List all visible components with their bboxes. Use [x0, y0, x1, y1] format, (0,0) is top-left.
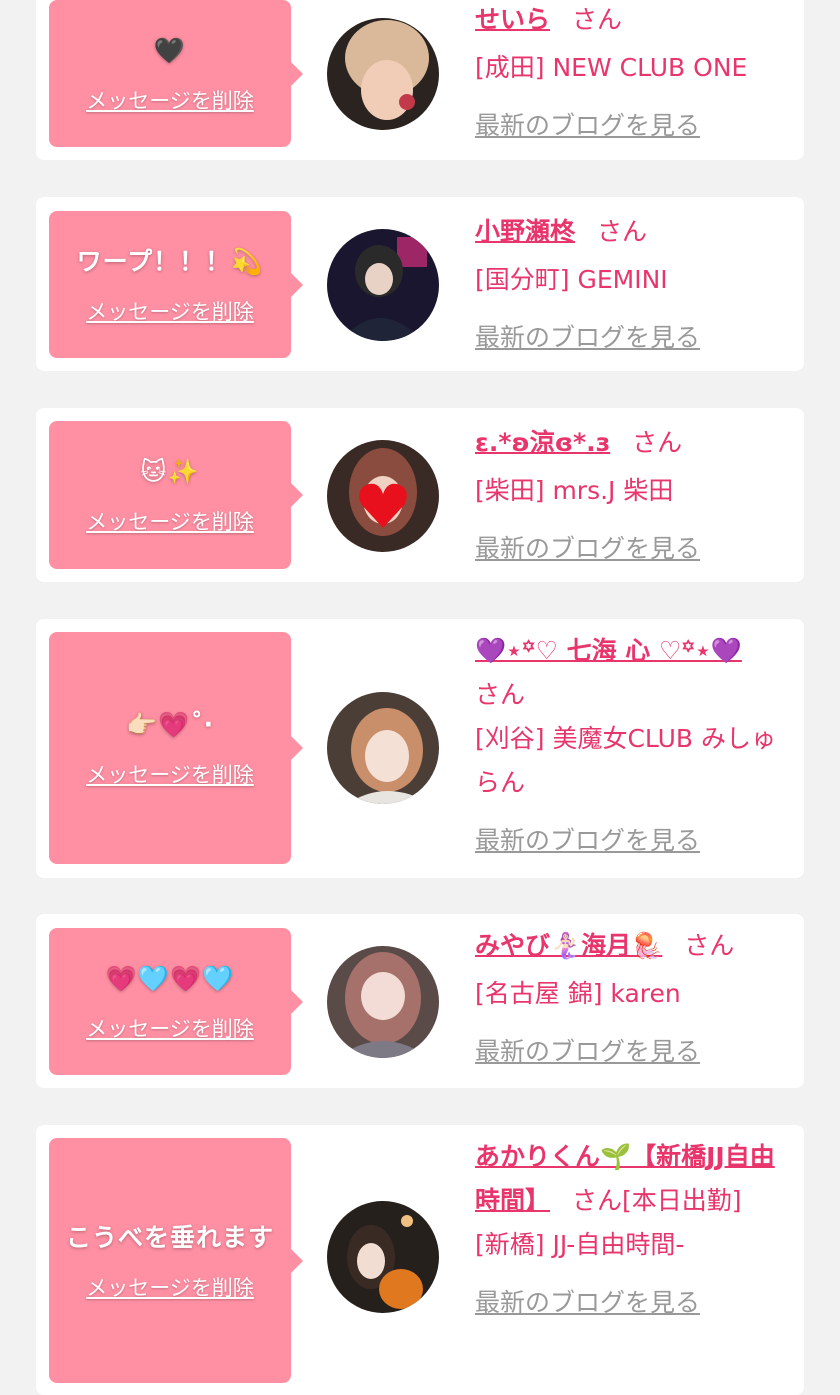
- attendance-label: [本日出勤]: [622, 1186, 742, 1215]
- message-card: 💗🩵💗🩵 メッセージを削除 みやび🧜🏻‍♀️海月🪼 さん [名古屋 錦] kare…: [36, 914, 804, 1088]
- delete-message-link[interactable]: メッセージを削除: [86, 759, 254, 789]
- cast-info: ε.*ʚ涼ɞ*.з さん [柴田] mrs.J 柴田 最新のブログを見る: [475, 421, 793, 571]
- avatar[interactable]: [327, 18, 439, 130]
- message-text: 👉🏻💗˚‧: [126, 710, 214, 739]
- latest-blog-link[interactable]: 最新のブログを見る: [475, 527, 793, 571]
- message-card: 🖤 メッセージを削除 せいら さん [成田] NEW CLUB ONE 最新のブロ…: [36, 0, 804, 160]
- message-bubble: 🖤 メッセージを削除: [49, 0, 303, 147]
- latest-blog-link[interactable]: 最新のブログを見る: [475, 316, 793, 360]
- message-bubble: 💗🩵💗🩵 メッセージを削除: [49, 928, 303, 1075]
- message-card: 🐱✨ メッセージを削除 ε.*ʚ涼ɞ*.з さん [柴田] mrs.J 柴田 最新…: [36, 408, 804, 582]
- cast-info: 小野瀬柊 さん [国分町] GEMINI 最新のブログを見る: [475, 210, 793, 360]
- delete-message-link[interactable]: メッセージを削除: [86, 296, 254, 326]
- honorific: さん: [597, 217, 648, 246]
- avatar-image: [327, 692, 439, 804]
- avatar[interactable]: [327, 440, 439, 552]
- message-text: こうべを垂れます: [65, 1222, 274, 1252]
- cast-name-link[interactable]: みやび🧜🏻‍♀️海月🪼: [475, 931, 662, 960]
- message-text: 🐱✨: [140, 457, 200, 486]
- shop-name: [成田] NEW CLUB ONE: [475, 53, 748, 82]
- message-text: 💗🩵💗🩵: [105, 963, 235, 993]
- avatar[interactable]: [327, 1201, 439, 1313]
- cast-info: 💜⋆꙳♡ 七海 心 ♡꙳⋆💜 さん [刈谷] 美魔女CLUB みしゅらん 最新の…: [475, 629, 793, 863]
- latest-blog-link[interactable]: 最新のブログを見る: [475, 819, 793, 863]
- message-bubble: こうべを垂れます メッセージを削除: [49, 1138, 303, 1383]
- cast-info: みやび🧜🏻‍♀️海月🪼 さん [名古屋 錦] karen 最新のブログを見る: [475, 924, 793, 1074]
- delete-message-link[interactable]: メッセージを削除: [86, 1272, 254, 1302]
- cast-name-link[interactable]: 小野瀬柊: [475, 217, 575, 246]
- avatar-image: [327, 1201, 439, 1313]
- avatar-image: [327, 18, 439, 130]
- cast-name-link[interactable]: せいら: [475, 5, 550, 34]
- message-text: 🖤: [153, 35, 187, 65]
- avatar[interactable]: [327, 229, 439, 341]
- cast-info: あかりくん🌱【新橋JJ自由時間】 さん[本日出勤] [新橋] JJ-自由時間- 最…: [475, 1135, 793, 1325]
- cast-info: せいら さん [成田] NEW CLUB ONE 最新のブログを見る: [475, 0, 793, 148]
- message-bubble: 🐱✨ メッセージを削除: [49, 421, 303, 569]
- message-bubble: 👉🏻💗˚‧ メッセージを削除: [49, 632, 303, 864]
- honorific: さん: [684, 931, 735, 960]
- delete-message-link[interactable]: メッセージを削除: [86, 1013, 254, 1043]
- shop-name: [名古屋 錦] karen: [475, 979, 681, 1008]
- honorific: さん: [572, 5, 623, 34]
- avatar-image: [327, 440, 439, 552]
- honorific: さん: [572, 1186, 623, 1215]
- message-text: ワープ！！！💫: [76, 246, 264, 276]
- avatar-image: [327, 946, 439, 1058]
- shop-name: [新橋] JJ-自由時間-: [475, 1230, 685, 1259]
- shop-name: [柴田] mrs.J 柴田: [475, 476, 674, 505]
- message-bubble: ワープ！！！💫 メッセージを削除: [49, 211, 303, 358]
- message-card: こうべを垂れます メッセージを削除 あかりくん🌱【新橋JJ自由時間】 さん[本日出…: [36, 1125, 804, 1395]
- delete-message-link[interactable]: メッセージを削除: [86, 85, 254, 115]
- latest-blog-link[interactable]: 最新のブログを見る: [475, 104, 793, 148]
- cast-name-link[interactable]: 💜⋆꙳♡ 七海 心 ♡꙳⋆💜: [475, 636, 742, 665]
- message-card: 👉🏻💗˚‧ メッセージを削除 💜⋆꙳♡ 七海 心 ♡꙳⋆💜 さん [刈谷] 美魔…: [36, 619, 804, 878]
- avatar[interactable]: [327, 692, 439, 804]
- avatar-image: [327, 229, 439, 341]
- avatar[interactable]: [327, 946, 439, 1058]
- cast-name-link[interactable]: ε.*ʚ涼ɞ*.з: [475, 428, 610, 457]
- delete-message-link[interactable]: メッセージを削除: [86, 506, 254, 536]
- honorific: さん: [475, 680, 526, 709]
- honorific: さん: [632, 428, 683, 457]
- shop-name: [国分町] GEMINI: [475, 265, 668, 294]
- message-card: ワープ！！！💫 メッセージを削除 小野瀬柊 さん [国分町] GEMINI 最新の…: [36, 197, 804, 371]
- latest-blog-link[interactable]: 最新のブログを見る: [475, 1281, 793, 1325]
- shop-name: [刈谷] 美魔女CLUB みしゅらん: [475, 724, 776, 797]
- latest-blog-link[interactable]: 最新のブログを見る: [475, 1030, 793, 1074]
